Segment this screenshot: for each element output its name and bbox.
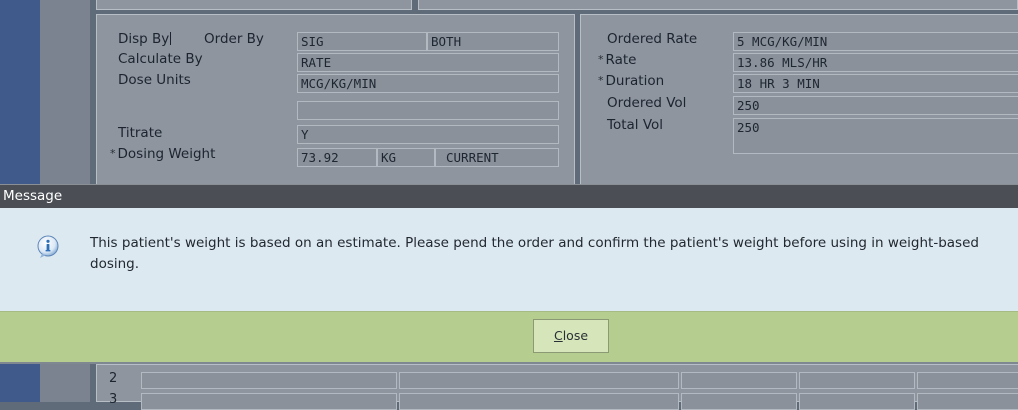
info-icon	[36, 235, 60, 259]
grid-cell[interactable]	[799, 372, 915, 389]
close-button-label: lose	[562, 328, 589, 343]
message-dialog-footer: Close	[0, 311, 1018, 362]
rate-field[interactable]: 13.86 MLS/HR	[733, 53, 1018, 72]
titrate-field[interactable]: Y	[297, 125, 559, 144]
calculate-by-label: Calculate By	[118, 51, 203, 67]
dose-units-field[interactable]: MCG/KG/MIN	[297, 74, 559, 93]
ordered-rate-label: Ordered Rate	[607, 31, 698, 47]
message-dialog-body: This patient's weight is based on an est…	[0, 208, 1018, 311]
duration-label: Duration	[598, 73, 665, 89]
order-by-field[interactable]: BOTH	[427, 32, 559, 51]
grid-row-number: 2	[109, 371, 118, 386]
rate-panel: Ordered Rate Rate Duration Ordered Vol T…	[580, 14, 1018, 186]
ordered-rate-field[interactable]: 5 MCG/KG/MIN	[733, 32, 1018, 51]
order-by-label: Order By	[204, 31, 264, 47]
rate-label: Rate	[598, 52, 637, 68]
top-panel-right	[418, 0, 1018, 10]
total-vol-field[interactable]: 250	[733, 118, 1018, 154]
dosing-weight-unit-field[interactable]: KG	[377, 148, 435, 167]
ordered-vol-label: Ordered Vol	[607, 95, 687, 111]
dosing-weight-field[interactable]: 73.92	[297, 148, 377, 167]
total-vol-label: Total Vol	[607, 117, 664, 133]
close-button-accelerator: C	[553, 328, 563, 343]
message-text: This patient's weight is based on an est…	[90, 235, 979, 272]
disp-by-field[interactable]: SIG	[297, 32, 427, 51]
message-dialog-title-bar[interactable]: Message	[0, 184, 1018, 208]
close-button[interactable]: Close	[533, 319, 609, 353]
dosing-panel: Disp By Order By Calculate By Dose Units…	[96, 14, 575, 186]
ordered-vol-field[interactable]: 250	[733, 96, 1018, 115]
top-panel-left	[96, 0, 412, 10]
dosing-weight-status-field[interactable]: CURRENT	[435, 148, 559, 167]
blank-field[interactable]	[297, 101, 559, 120]
grid-cell[interactable]	[399, 372, 679, 389]
grid-cell[interactable]	[141, 372, 397, 389]
duration-field[interactable]: 18 HR 3 MIN	[733, 74, 1018, 93]
calculate-by-field[interactable]: RATE	[297, 53, 559, 72]
dose-units-label: Dose Units	[118, 72, 191, 88]
titrate-label: Titrate	[118, 125, 163, 141]
grid-row-number: 3	[109, 392, 118, 407]
order-grid: 2 3	[96, 364, 1018, 410]
disp-by-label: Disp By	[118, 31, 172, 47]
grid-cell[interactable]	[917, 372, 1018, 389]
dosing-weight-label: Dosing Weight	[110, 146, 216, 162]
message-dialog-title: Message	[3, 188, 63, 204]
grid-cell[interactable]	[681, 372, 797, 389]
